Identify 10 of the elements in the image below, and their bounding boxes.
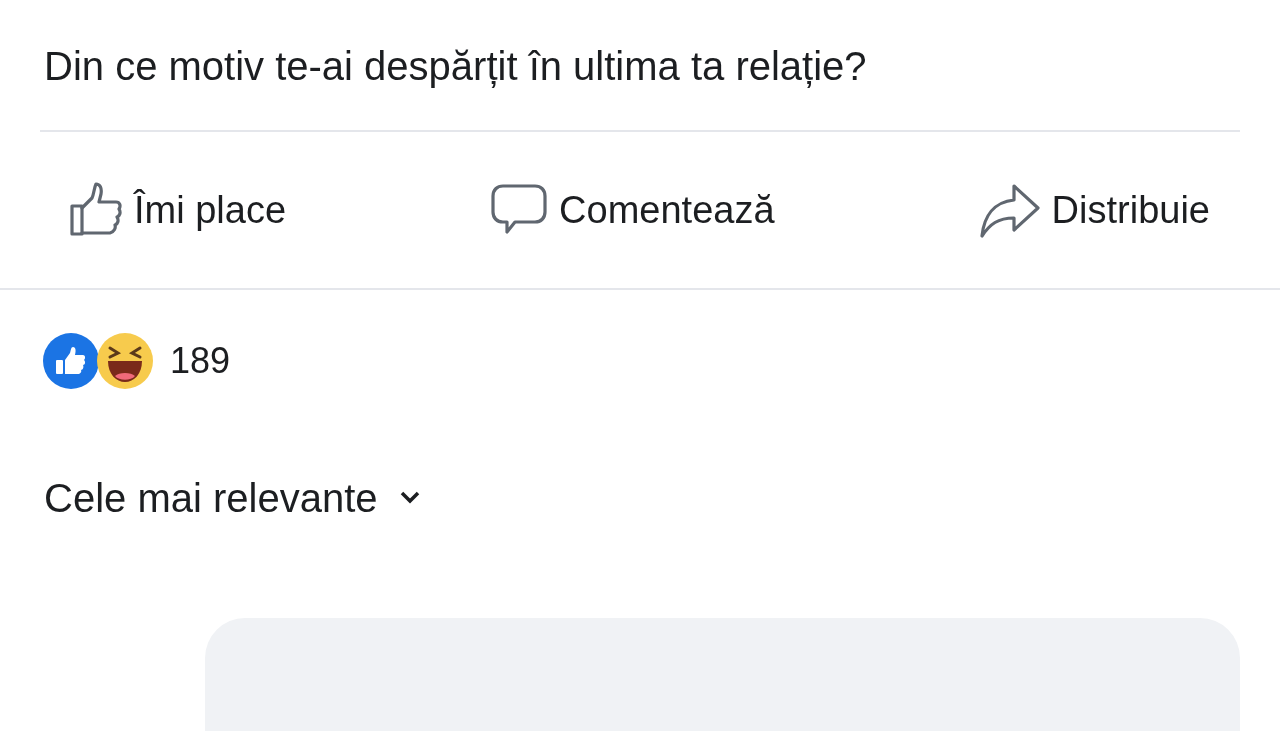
reaction-count: 189 bbox=[170, 339, 231, 383]
chevron-down-icon bbox=[399, 491, 420, 505]
laughing-emoji-icon bbox=[96, 332, 154, 390]
post-action-button[interactable]: Distribuie bbox=[979, 181, 1210, 239]
post-action-button[interactable]: Îmi place bbox=[70, 180, 287, 240]
like-reaction-icon bbox=[42, 332, 100, 390]
post-action-button[interactable]: Comentează bbox=[491, 181, 775, 239]
share-arrow-icon bbox=[979, 182, 1040, 238]
post-text: Din ce motiv te-ai despărțit în ultima ta relație? bbox=[43, 43, 868, 90]
comment-sort-dropdown[interactable]: Cele mai relevante bbox=[44, 468, 420, 528]
